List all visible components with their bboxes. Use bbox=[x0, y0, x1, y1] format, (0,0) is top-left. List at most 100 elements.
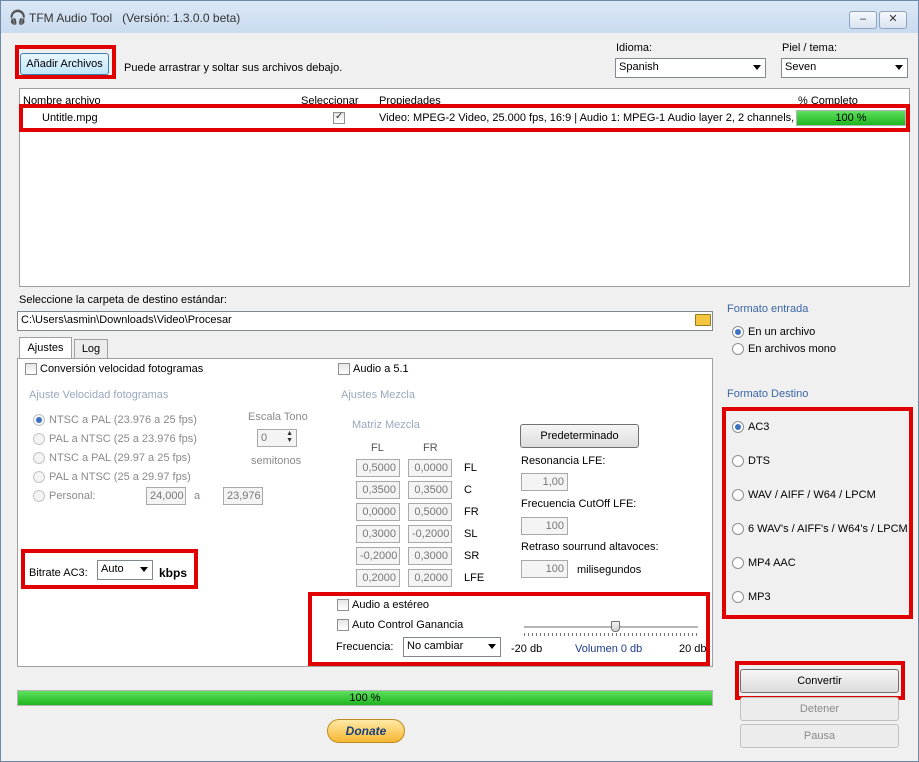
tab-log[interactable]: Log bbox=[74, 339, 108, 359]
agc-label: Auto Control Ganancia bbox=[352, 619, 464, 631]
stop-button[interactable]: Detener bbox=[740, 697, 899, 721]
matrix-fl-field[interactable]: 0,3000 bbox=[356, 525, 400, 543]
matrix-channel-label: LFE bbox=[464, 572, 485, 584]
custom-from-field[interactable]: 24,000 bbox=[146, 487, 186, 505]
volume-slider[interactable] bbox=[524, 621, 698, 637]
stepper-arrows-icon[interactable]: ▲ ▼ bbox=[286, 430, 293, 444]
custom-to-field[interactable]: 23,976 bbox=[223, 487, 263, 505]
agc-checkbox[interactable] bbox=[337, 619, 349, 631]
pause-button[interactable]: Pausa bbox=[740, 724, 899, 748]
framerate-conversion-checkbox[interactable] bbox=[25, 363, 37, 375]
dest-format-radio[interactable] bbox=[732, 591, 744, 603]
donate-button[interactable]: Donate bbox=[327, 719, 405, 743]
dest-format-title: Formato Destino bbox=[727, 388, 809, 400]
matrix-fl-field[interactable]: 0,3500 bbox=[356, 481, 400, 499]
dest-format-radio[interactable] bbox=[732, 489, 744, 501]
slider-ticks bbox=[524, 633, 698, 636]
column-header-properties[interactable]: Propiedades bbox=[379, 95, 441, 107]
framerate-option-2-radio[interactable] bbox=[33, 452, 45, 464]
file-properties: Video: MPEG-2 Video, 25.000 fps, 16:9 | … bbox=[379, 112, 795, 124]
matrix-fr-field[interactable]: 0,5000 bbox=[408, 503, 452, 521]
column-header-name[interactable]: Nombre archivo bbox=[23, 95, 101, 107]
framerate-option-3-radio[interactable] bbox=[33, 471, 45, 483]
input-format-single-radio[interactable] bbox=[732, 326, 744, 338]
default-button[interactable]: Predeterminado bbox=[520, 424, 639, 448]
framerate-option-0-radio[interactable] bbox=[33, 414, 45, 426]
matrix-channel-label: SR bbox=[464, 550, 480, 562]
matrix-fl-field[interactable]: -0,2000 bbox=[356, 547, 400, 565]
matrix-fr-field[interactable]: 0,2000 bbox=[408, 569, 452, 587]
file-select-checkbox[interactable]: ✓ bbox=[333, 111, 345, 124]
matrix-fl-field[interactable]: 0,5000 bbox=[356, 459, 400, 477]
surround-delay-label: Retraso sourrund altavoces: bbox=[521, 541, 659, 553]
close-button[interactable]: ✕ bbox=[879, 11, 907, 29]
table-row[interactable]: Untitle.mpg ✓ Video: MPEG-2 Video, 25.00… bbox=[22, 108, 907, 128]
matrix-fr-field[interactable]: 0,3500 bbox=[408, 481, 452, 499]
destination-path-field[interactable]: C:\Users\asmin\Downloads\Video\Procesar bbox=[17, 311, 713, 331]
matrix-fr-field[interactable]: 0,3000 bbox=[408, 547, 452, 565]
settings-panel: Conversión velocidad fotogramas Audio a … bbox=[17, 358, 713, 667]
matrix-col-fl: FL bbox=[371, 442, 384, 454]
column-header-select[interactable]: Seleccionar bbox=[301, 95, 358, 107]
tab-ajustes[interactable]: Ajustes bbox=[19, 337, 72, 359]
chevron-down-icon bbox=[753, 65, 761, 70]
dest-format-label: DTS bbox=[748, 455, 770, 467]
overall-progress-bar: 100 % bbox=[17, 690, 713, 706]
folder-icon[interactable] bbox=[695, 314, 711, 326]
skin-select[interactable]: Seven bbox=[781, 58, 908, 78]
audio51-label: Audio a 5.1 bbox=[353, 363, 409, 375]
file-progress-bar: 100 % bbox=[796, 110, 906, 126]
language-label: Idioma: bbox=[616, 42, 653, 54]
framerate-option-3-label: PAL a NTSC (25 a 29.97 fps) bbox=[49, 471, 191, 483]
framerate-option-0-label: NTSC a PAL (23.976 a 25 fps) bbox=[49, 414, 197, 426]
dest-format-radio[interactable] bbox=[732, 523, 744, 535]
highlight-dest-format bbox=[722, 407, 913, 619]
matrix-channel-label: FR bbox=[464, 506, 479, 518]
file-name: Untitle.mpg bbox=[42, 112, 98, 124]
frequency-select[interactable]: No cambiar bbox=[403, 637, 501, 657]
language-select[interactable]: Spanish bbox=[615, 58, 766, 78]
lfe-resonance-field[interactable]: 1,00 bbox=[521, 473, 568, 491]
add-files-button[interactable]: Añadir Archivos bbox=[20, 53, 109, 75]
check-icon: ✓ bbox=[335, 111, 344, 122]
framerate-option-4-radio[interactable] bbox=[33, 490, 45, 502]
drag-hint: Puede arrastrar y soltar sus archivos de… bbox=[124, 62, 343, 74]
framerate-option-2-label: NTSC a PAL (29.97 a 25 fps) bbox=[49, 452, 191, 464]
matrix-channel-label: C bbox=[464, 484, 472, 496]
volume-max-label: 20 db bbox=[679, 643, 707, 655]
dest-format-radio[interactable] bbox=[732, 557, 744, 569]
framerate-group-title: Ajuste Velocidad fotogramas bbox=[29, 389, 169, 401]
file-list[interactable]: Nombre archivo Seleccionar Propiedades %… bbox=[19, 88, 910, 287]
destination-label: Seleccione la carpeta de destino estánda… bbox=[19, 294, 227, 306]
surround-delay-field[interactable]: 100 bbox=[521, 560, 568, 578]
convert-button[interactable]: Convertir bbox=[740, 669, 899, 693]
stereo-label: Audio a estéreo bbox=[352, 599, 430, 611]
matrix-fl-field[interactable]: 0,0000 bbox=[356, 503, 400, 521]
input-format-mono-radio[interactable] bbox=[732, 343, 744, 355]
dest-format-label: MP4 AAC bbox=[748, 557, 796, 569]
matrix-channel-label: FL bbox=[464, 462, 477, 474]
pitch-stepper[interactable]: 0 ▲ ▼ bbox=[257, 429, 297, 447]
file-progress-text: 100 % bbox=[835, 112, 867, 124]
dest-format-radio[interactable] bbox=[732, 421, 744, 433]
main-window: 🎧 TFM Audio Tool (Versión: 1.3.0.0 beta)… bbox=[0, 0, 919, 762]
stereo-checkbox[interactable] bbox=[337, 599, 349, 611]
app-headphones-icon: 🎧 bbox=[9, 9, 27, 25]
surround-delay-unit: milisegundos bbox=[577, 564, 642, 576]
lfe-cutoff-field[interactable]: 100 bbox=[521, 517, 568, 535]
bitrate-select[interactable]: Auto bbox=[97, 560, 153, 580]
bitrate-label: Bitrate AC3: bbox=[29, 567, 88, 579]
dest-format-radio[interactable] bbox=[732, 455, 744, 467]
column-header-complete[interactable]: % Completo bbox=[798, 95, 858, 107]
custom-separator: a bbox=[194, 490, 201, 502]
matrix-fr-field[interactable]: 0,0000 bbox=[408, 459, 452, 477]
matrix-fl-field[interactable]: 0,2000 bbox=[356, 569, 400, 587]
matrix-fr-field[interactable]: -0,2000 bbox=[408, 525, 452, 543]
slider-thumb[interactable] bbox=[610, 621, 620, 632]
framerate-option-1-label: PAL a NTSC (25 a 23.976 fps) bbox=[49, 433, 197, 445]
framerate-option-1-radio[interactable] bbox=[33, 433, 45, 445]
input-format-mono-label: En archivos mono bbox=[748, 343, 837, 355]
minimize-button[interactable]: – bbox=[849, 11, 877, 29]
audio51-checkbox[interactable] bbox=[338, 363, 350, 375]
input-format-title: Formato entrada bbox=[727, 303, 809, 315]
